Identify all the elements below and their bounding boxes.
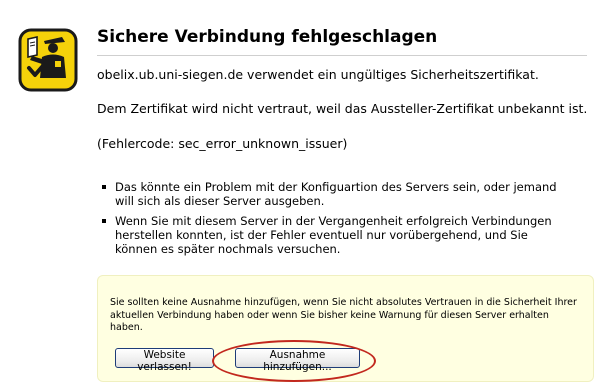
list-item: Das könnte ein Problem mit der Konfiguar… <box>101 180 571 208</box>
leave-website-button[interactable]: Website verlassen! <box>115 348 214 373</box>
bullet-icon <box>102 185 106 189</box>
bullet-text: Das könnte ein Problem mit der Konfiguar… <box>115 180 557 208</box>
host-message: obelix.ub.uni-siegen.de verwendet ein un… <box>97 67 539 82</box>
bullet-icon <box>102 219 106 223</box>
bullet-text: Wenn Sie mit diesem Server in der Vergan… <box>115 214 552 256</box>
add-exception-button[interactable]: Ausnahme hinzufügen... <box>235 348 360 373</box>
certificate-error-page: Sichere Verbindung fehlgeschlagen obelix… <box>0 0 599 387</box>
explanation-list: Das könnte ein Problem mit der Konfiguar… <box>101 180 571 262</box>
error-code: (Fehlercode: sec_error_unknown_issuer) <box>97 136 348 151</box>
page-title: Sichere Verbindung fehlgeschlagen <box>97 27 438 47</box>
exception-warning-text: Sie sollten keine Ausnahme hinzufügen, w… <box>110 297 577 333</box>
title-divider <box>97 55 587 56</box>
list-item: Wenn Sie mit diesem Server in der Vergan… <box>101 214 571 256</box>
security-officer-icon-graphic <box>18 28 78 92</box>
add-exception-panel: Sie sollten keine Ausnahme hinzufügen, w… <box>97 275 594 382</box>
security-officer-icon <box>18 28 78 92</box>
trust-message: Dem Zertifikat wird nicht vertraut, weil… <box>97 101 588 116</box>
